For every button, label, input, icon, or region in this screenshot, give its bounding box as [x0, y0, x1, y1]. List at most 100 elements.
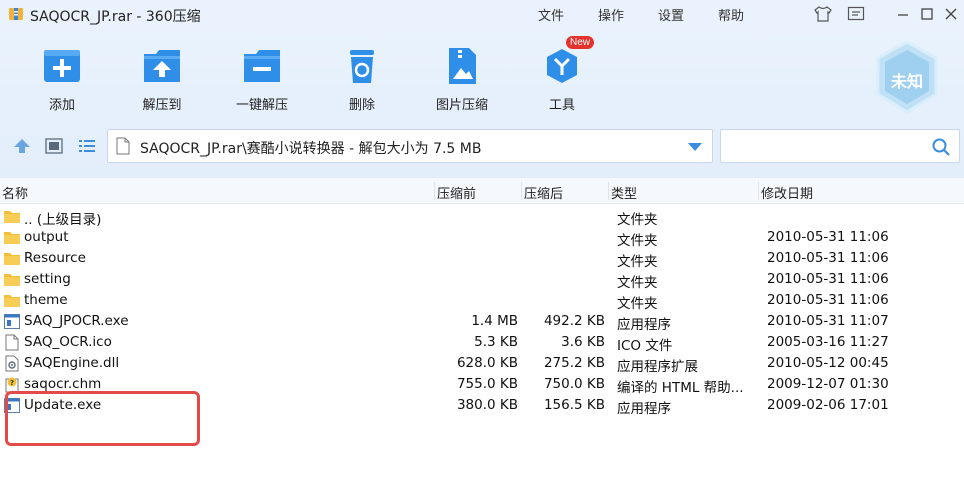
table-row[interactable]: SAQ_OCR.ico 5.3 KB 3.6 KB ICO 文件 2005-03… — [0, 332, 964, 354]
file-date: 2010-05-31 11:07 — [767, 313, 889, 329]
add-button[interactable]: 添加 — [24, 42, 100, 114]
image-compress-icon — [442, 46, 482, 86]
navigation-bar: SAQOCR_JP.rar\赛酷小说转换器 - 解包大小为 7.5 MB — [0, 126, 964, 166]
maximize-icon[interactable] — [916, 4, 938, 24]
file-size: 5.3 KB — [474, 334, 518, 350]
path-dropdown-icon[interactable] — [688, 143, 702, 151]
column-type[interactable]: 类型 — [611, 183, 637, 202]
column-size[interactable]: 压缩前 — [437, 183, 476, 202]
file-name: SAQ_JPOCR.exe — [24, 313, 129, 329]
image-compress-button[interactable]: 图片压缩 — [424, 42, 500, 114]
file-name: output — [24, 229, 69, 245]
thumbnail-view-icon[interactable] — [45, 138, 63, 154]
file-size: 380.0 KB — [456, 397, 518, 413]
search-icon[interactable] — [931, 137, 951, 157]
file-date: 2010-05-31 11:06 — [767, 271, 889, 287]
file-type: 应用程序 — [617, 401, 671, 417]
dll-icon — [3, 355, 21, 372]
table-row[interactable]: setting 文件夹 2010-05-31 11:06 — [0, 269, 964, 291]
window-title: SAQOCR_JP.rar - 360压缩 — [30, 9, 201, 25]
file-list-header: 名称 压缩前 压缩后 类型 修改日期 — [0, 178, 964, 204]
extract-to-icon — [142, 46, 182, 86]
tools-icon — [542, 46, 582, 86]
file-type: 应用程序 — [617, 317, 671, 333]
exe-icon — [3, 313, 21, 330]
extract-to-button[interactable]: 解压到 — [124, 42, 200, 114]
folder-icon — [3, 250, 21, 267]
table-row[interactable]: .. (上级目录) 文件夹 — [0, 206, 964, 228]
file-type: 文件夹 — [617, 296, 658, 312]
file-name: SAQ_OCR.ico — [24, 334, 112, 350]
file-date: 2009-02-06 17:01 — [767, 397, 889, 413]
column-divider[interactable] — [608, 182, 609, 200]
file-type: 编译的 HTML 帮助... — [617, 380, 744, 396]
file-size: 628.0 KB — [456, 355, 518, 371]
tools-button[interactable]: 工具 — [524, 42, 600, 114]
column-divider[interactable] — [434, 182, 435, 200]
menu-file[interactable]: 文件 — [538, 5, 564, 24]
top-panel: SAQOCR_JP.rar - 360压缩 文件 操作 设置 帮助 添加 解压到 — [0, 0, 964, 178]
feedback-icon[interactable] — [845, 4, 867, 24]
column-name[interactable]: 名称 — [2, 183, 28, 202]
file-type: 文件夹 — [617, 254, 658, 270]
table-row[interactable]: Resource 文件夹 2010-05-31 11:06 — [0, 248, 964, 270]
table-row[interactable]: SAQ_JPOCR.exe 1.4 MB 492.2 KB 应用程序 2010-… — [0, 311, 964, 333]
table-row[interactable]: theme 文件夹 2010-05-31 11:06 — [0, 290, 964, 312]
delete-button[interactable]: 删除 — [324, 42, 400, 114]
rank-badge-text: 未知 — [890, 72, 923, 91]
delete-icon — [342, 46, 382, 86]
file-type: 文件夹 — [617, 233, 658, 249]
file-packed-size: 3.6 KB — [561, 334, 605, 350]
path-field[interactable]: SAQOCR_JP.rar\赛酷小说转换器 - 解包大小为 7.5 MB — [107, 129, 713, 163]
tools-label: 工具 — [548, 98, 575, 113]
column-divider[interactable] — [758, 182, 759, 200]
delete-label: 删除 — [348, 98, 375, 113]
add-icon — [42, 46, 82, 86]
file-size: 1.4 MB — [471, 313, 518, 329]
file-date: 2010-05-31 11:06 — [767, 250, 889, 266]
menu-operation[interactable]: 操作 — [598, 5, 624, 24]
archive-app-icon — [8, 6, 24, 22]
file-packed-size: 275.2 KB — [543, 355, 605, 371]
skin-icon[interactable] — [812, 4, 834, 24]
one-click-extract-button[interactable]: 一键解压 — [224, 42, 300, 114]
column-date[interactable]: 修改日期 — [761, 183, 813, 202]
file-type: ICO 文件 — [617, 338, 673, 354]
file-packed-size: 156.5 KB — [543, 397, 605, 413]
file-date: 2010-05-31 11:06 — [767, 229, 889, 245]
file-name: SAQEngine.dll — [24, 355, 120, 371]
list-view-icon[interactable] — [78, 138, 96, 154]
table-row[interactable]: output 文件夹 2010-05-31 11:06 — [0, 227, 964, 249]
file-name: .. (上级目录) — [24, 212, 102, 228]
file-name: theme — [24, 292, 68, 308]
file-date: 2005-03-16 11:27 — [767, 334, 889, 350]
document-icon — [116, 137, 130, 155]
file-date: 2010-05-12 00:45 — [767, 355, 889, 371]
file-type: 文件夹 — [617, 212, 658, 228]
column-packed[interactable]: 压缩后 — [524, 183, 563, 202]
one-click-extract-icon — [242, 46, 282, 86]
search-field[interactable] — [720, 129, 960, 163]
file-name: Resource — [24, 250, 86, 266]
file-packed-size: 492.2 KB — [543, 313, 605, 329]
file-type: 应用程序扩展 — [617, 359, 698, 375]
file-packed-size: 750.0 KB — [543, 376, 605, 392]
extract-to-label: 解压到 — [142, 98, 182, 113]
close-icon[interactable] — [940, 4, 962, 24]
file-date: 2009-12-07 01:30 — [767, 376, 889, 392]
image-compress-label: 图片压缩 — [435, 98, 488, 113]
file-name: saqocr.chm — [24, 376, 102, 392]
folder-icon — [3, 208, 21, 225]
file-date: 2010-05-31 11:06 — [767, 292, 889, 308]
svg-text:?: ? — [10, 379, 14, 387]
menu-help[interactable]: 帮助 — [718, 5, 744, 24]
file-size: 755.0 KB — [456, 376, 518, 392]
up-arrow-icon[interactable] — [13, 138, 31, 154]
table-row[interactable]: SAQEngine.dll 628.0 KB 275.2 KB 应用程序扩展 2… — [0, 353, 964, 375]
title-bar: SAQOCR_JP.rar - 360压缩 文件 操作 设置 帮助 — [0, 0, 964, 28]
column-divider[interactable] — [521, 182, 522, 200]
minimize-icon[interactable] — [892, 4, 914, 24]
file-icon — [3, 334, 21, 351]
menu-settings[interactable]: 设置 — [658, 5, 684, 24]
file-type: 文件夹 — [617, 275, 658, 291]
